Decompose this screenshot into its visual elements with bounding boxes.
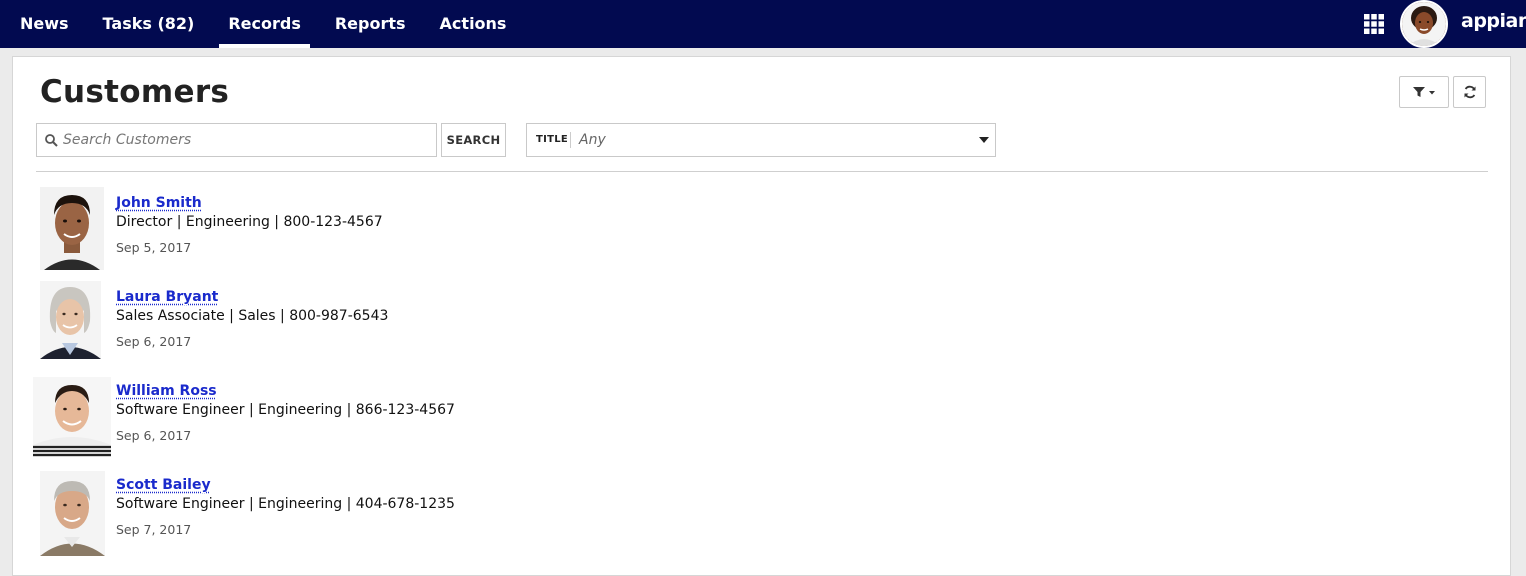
nav-tab-news[interactable]: News — [0, 0, 86, 48]
nav-tab-records[interactable]: Records — [211, 0, 318, 48]
title-filter-value: Any — [579, 132, 606, 148]
page-title: Customers — [40, 74, 230, 110]
nav-tab-actions[interactable]: Actions — [423, 0, 524, 48]
search-icon — [45, 134, 58, 147]
title-filter-dropdown[interactable]: TITLE Any — [526, 123, 996, 157]
nav-tab-reports[interactable]: Reports — [318, 0, 423, 48]
customer-details: Sales Associate | Sales | 800-987-6543 — [116, 308, 389, 324]
customer-name-link[interactable]: William Ross — [116, 383, 217, 399]
customer-photo — [40, 187, 104, 270]
divider — [36, 171, 1488, 172]
customer-name-link[interactable]: Laura Bryant — [116, 289, 218, 305]
customer-photo — [33, 377, 111, 457]
customer-date: Sep 7, 2017 — [116, 522, 192, 537]
search-button[interactable]: SEARCH — [441, 123, 506, 157]
customer-date: Sep 6, 2017 — [116, 334, 192, 349]
user-avatar[interactable] — [1400, 0, 1448, 48]
customer-details: Software Engineer | Engineering | 866-12… — [116, 402, 455, 418]
list-item: Laura Bryant Sales Associate | Sales | 8… — [0, 281, 900, 371]
customer-name-link[interactable]: John Smith — [116, 195, 202, 211]
title-filter-label: TITLE — [536, 134, 569, 145]
search-box — [36, 123, 437, 157]
top-navigation-bar: News Tasks (82) Records Reports Actions … — [0, 0, 1526, 48]
refresh-icon — [1464, 85, 1475, 99]
filter-icon — [1413, 87, 1435, 97]
list-item: William Ross Software Engineer | Enginee… — [0, 375, 900, 465]
filter-menu-button[interactable] — [1399, 76, 1449, 108]
customer-date: Sep 6, 2017 — [116, 428, 192, 443]
appian-logo: appian — [1461, 10, 1526, 32]
customer-details: Director | Engineering | 800-123-4567 — [116, 214, 383, 230]
customer-photo — [40, 281, 101, 359]
nav-tab-tasks[interactable]: Tasks (82) — [86, 0, 212, 48]
list-item: Scott Bailey Software Engineer | Enginee… — [0, 469, 900, 559]
customer-name-link[interactable]: Scott Bailey — [116, 477, 211, 493]
customer-photo — [40, 471, 105, 556]
customer-details: Software Engineer | Engineering | 404-67… — [116, 496, 455, 512]
filter-separator — [570, 132, 571, 148]
customer-date: Sep 5, 2017 — [116, 240, 192, 255]
list-item: John Smith Director | Engineering | 800-… — [0, 187, 900, 277]
main-nav: News Tasks (82) Records Reports Actions — [0, 0, 523, 48]
search-input[interactable] — [63, 124, 429, 156]
refresh-button[interactable] — [1453, 76, 1486, 108]
chevron-down-icon — [979, 137, 989, 143]
apps-grid-icon[interactable] — [1364, 14, 1384, 34]
